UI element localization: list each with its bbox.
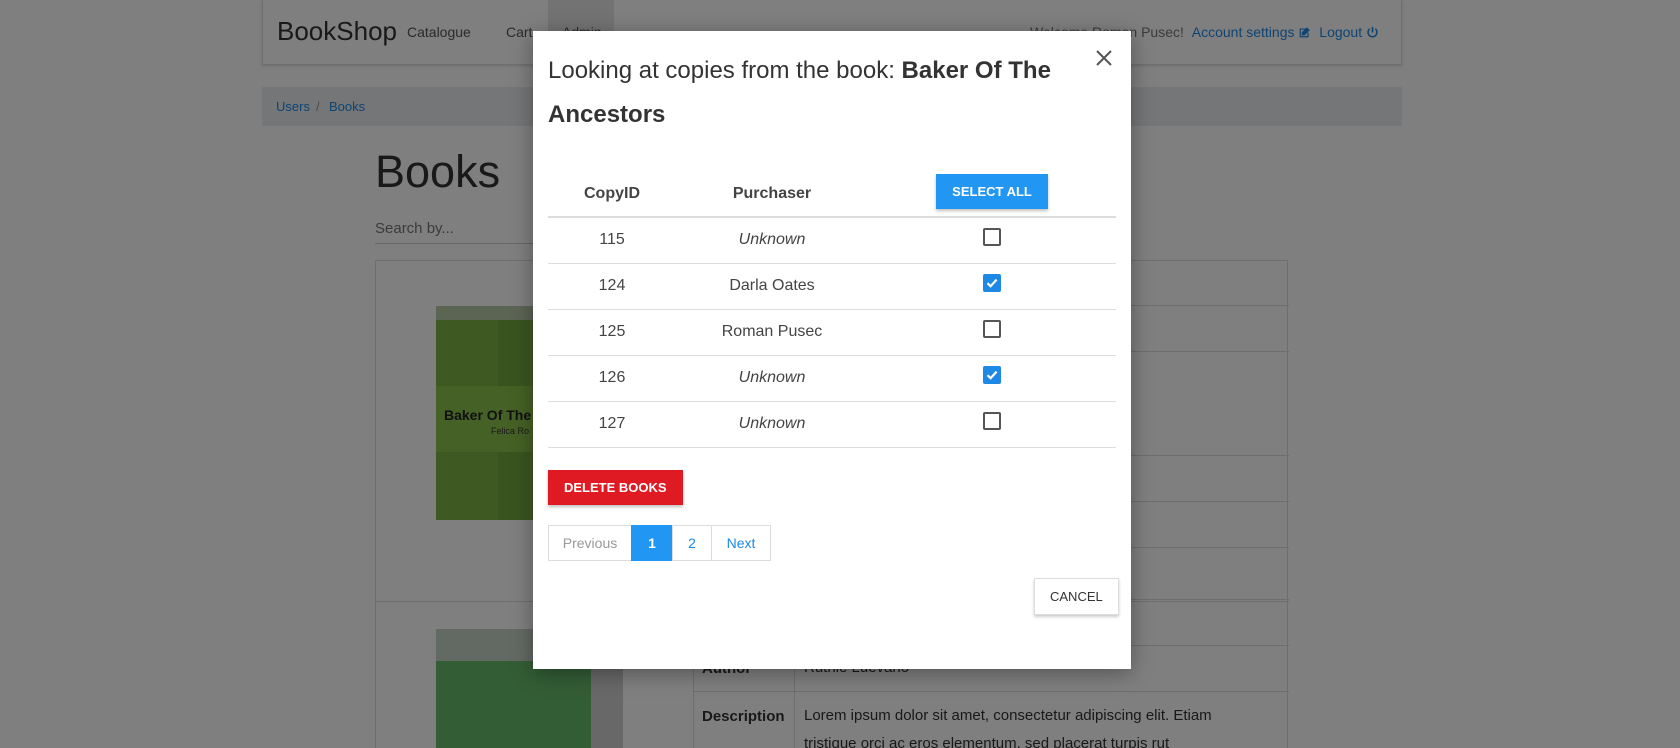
pagination-page-2[interactable]: 2 bbox=[672, 525, 712, 561]
select-cell bbox=[868, 355, 1116, 402]
copy-checkbox[interactable] bbox=[983, 411, 1001, 430]
pagination-page-1[interactable]: 1 bbox=[631, 525, 673, 561]
modal-title-prefix: Looking at copies from the book: bbox=[548, 57, 895, 84]
cancel-button[interactable]: CANCEL bbox=[1034, 578, 1119, 615]
pagination-next[interactable]: Next bbox=[711, 525, 771, 561]
table-row: 127 Unknown bbox=[548, 401, 1116, 448]
table-row: 115 Unknown bbox=[548, 217, 1116, 264]
copy-id-cell: 115 bbox=[548, 217, 676, 264]
select-cell bbox=[868, 217, 1116, 264]
select-cell bbox=[868, 263, 1116, 310]
checkmark-icon bbox=[986, 370, 998, 380]
copies-modal: Looking at copies from the book: Baker O… bbox=[533, 31, 1131, 669]
table-row: 124 Darla Oates bbox=[548, 263, 1116, 310]
copy-id-cell: 127 bbox=[548, 401, 676, 448]
purchaser-cell: Darla Oates bbox=[676, 263, 868, 310]
select-cell bbox=[868, 309, 1116, 356]
checkmark-icon bbox=[986, 278, 998, 288]
copies-table: CopyID Purchaser SELECT ALL 115 Unknown 12… bbox=[548, 171, 1116, 448]
copy-id-cell: 125 bbox=[548, 309, 676, 356]
copy-checkbox[interactable] bbox=[983, 365, 1001, 384]
delete-books-button[interactable]: DELETE BOOKS bbox=[548, 470, 683, 505]
pagination: Previous 1 2 Next bbox=[548, 525, 771, 561]
column-header-purchaser: Purchaser bbox=[676, 171, 868, 218]
column-header-copyid: CopyID bbox=[548, 171, 676, 218]
copy-id-cell: 126 bbox=[548, 355, 676, 402]
purchaser-cell: Unknown bbox=[676, 217, 868, 264]
copy-id-cell: 124 bbox=[548, 263, 676, 310]
select-all-button[interactable]: SELECT ALL bbox=[936, 174, 1048, 209]
purchaser-cell: Unknown bbox=[676, 401, 868, 448]
copy-checkbox[interactable] bbox=[983, 273, 1001, 292]
purchaser-cell: Unknown bbox=[676, 355, 868, 402]
modal-title: Looking at copies from the book: Baker O… bbox=[548, 49, 1068, 137]
table-row: 125 Roman Pusec bbox=[548, 309, 1116, 356]
select-cell bbox=[868, 401, 1116, 448]
copy-checkbox[interactable] bbox=[983, 319, 1001, 338]
column-header-select: SELECT ALL bbox=[868, 171, 1116, 218]
pagination-previous[interactable]: Previous bbox=[548, 525, 632, 561]
purchaser-cell: Roman Pusec bbox=[676, 309, 868, 356]
close-button[interactable] bbox=[1091, 45, 1117, 71]
table-header-row: CopyID Purchaser SELECT ALL bbox=[548, 171, 1116, 218]
close-icon bbox=[1096, 50, 1112, 66]
table-row: 126 Unknown bbox=[548, 355, 1116, 402]
copy-checkbox[interactable] bbox=[983, 228, 1001, 247]
